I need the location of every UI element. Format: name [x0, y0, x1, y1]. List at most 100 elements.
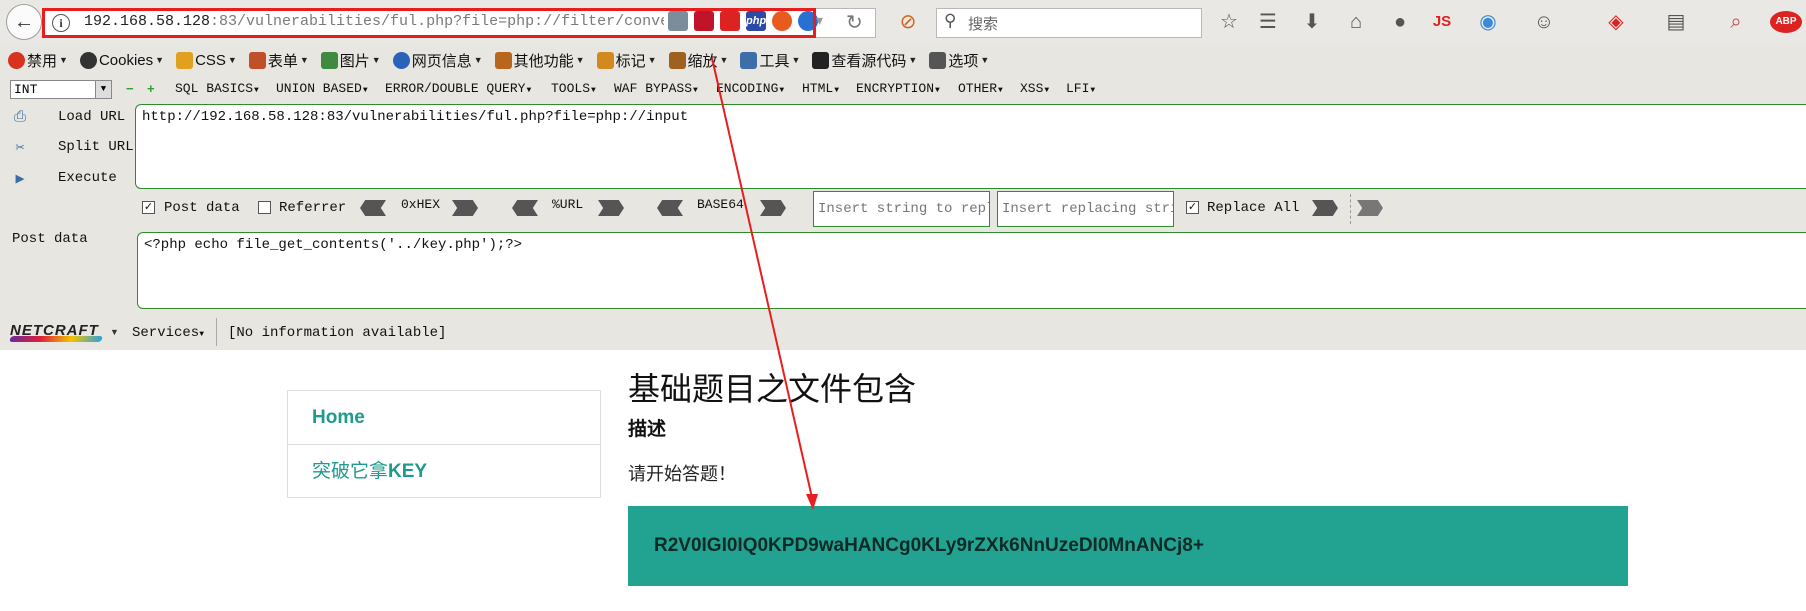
search-placeholder: 搜索: [968, 16, 999, 33]
sidebar-item-get-key[interactable]: 突破它拿KEY: [288, 445, 600, 499]
webdev-menubar: 禁用 ▼ Cookies ▼ CSS ▼ 表单 ▼ 图片 ▼ 网页信息 ▼ 其他功能 ▼ 标记…: [0, 46, 1806, 74]
resize-icon: [668, 51, 686, 69]
hackbar-menu-union-based[interactable]: UNION BASED▼: [276, 81, 368, 96]
play-icon: ▶: [15, 171, 25, 188]
menu-cookies[interactable]: Cookies ▼: [79, 51, 164, 69]
base64-label: BASE64: [697, 197, 744, 212]
base64-encode-arrow-icon[interactable]: [760, 200, 786, 216]
hackbar-menu-sql-basics[interactable]: SQL BASICS▼: [175, 81, 259, 96]
css-icon: [176, 51, 194, 69]
insert-replacing-input[interactable]: Insert replacing strin: [997, 191, 1174, 227]
post-data-textarea[interactable]: <?php echo file_get_contents('../key.php…: [137, 232, 1806, 309]
info-icon: [392, 51, 410, 69]
url-encode-label: %URL: [552, 197, 584, 212]
reload-icon[interactable]: ↻: [846, 10, 863, 35]
scissors-icon: ✂: [15, 140, 25, 157]
hex-encode-arrow-icon[interactable]: [452, 200, 478, 216]
hackbar-menu-encryption[interactable]: ENCRYPTION▼: [856, 81, 940, 96]
menu-tools[interactable]: 工具 ▼: [740, 50, 800, 71]
misc-icon: [494, 51, 512, 69]
replace-go-arrow-icon[interactable]: [1312, 200, 1338, 216]
hackbar-menu-tools[interactable]: TOOLS▼: [551, 81, 596, 96]
type-select[interactable]: INT ▼: [10, 80, 112, 99]
load-url-icon: ⎙: [13, 109, 26, 126]
replace-all-label: Replace All: [1207, 200, 1300, 216]
url-textarea[interactable]: http://192.168.58.128:83/vulnerabilities…: [135, 104, 1806, 189]
download-icon[interactable]: ⬇: [1300, 11, 1324, 33]
url-dropdown-icon[interactable]: ▾: [816, 12, 823, 29]
back-arrow-icon: ←: [14, 10, 34, 33]
description-heading: 描述: [628, 419, 667, 440]
zoom-icon[interactable]: ⌕: [1724, 11, 1748, 33]
sidebar-item-home[interactable]: Home: [288, 391, 600, 445]
replace-all-checkbox[interactable]: ✓: [1186, 201, 1199, 214]
insert-string-input[interactable]: Insert string to repl: [813, 191, 990, 227]
hackbar-menu-waf-bypass[interactable]: WAF BYPASS▼: [614, 81, 698, 96]
services-menu[interactable]: Services▼: [132, 325, 204, 341]
search-icon: ⚲: [944, 11, 957, 30]
referrer-checkbox[interactable]: [258, 201, 271, 214]
reading-list-icon[interactable]: ☰: [1256, 11, 1280, 33]
netcraft-logo[interactable]: NETCRAFT: [8, 322, 104, 344]
url-encode-arrow-icon[interactable]: [598, 200, 624, 216]
answer-prompt: 请开始答题！: [628, 464, 736, 484]
chevron-down-icon: ▼: [95, 81, 111, 98]
menu-disable[interactable]: 禁用 ▼: [8, 50, 68, 71]
hackbar-menu-error-double-query[interactable]: ERROR/DOUBLE QUERY▼: [385, 81, 531, 96]
netcraft-info: [No information available]: [228, 325, 447, 341]
execute-button[interactable]: ▶ Execute: [10, 169, 116, 188]
netcraft-dropdown-icon[interactable]: ▼: [110, 327, 119, 337]
bookmark-star-icon[interactable]: ☆: [1217, 11, 1241, 33]
page-title: 基础题目之文件包含: [628, 371, 917, 407]
pencil-icon: [596, 51, 614, 69]
block-icon[interactable]: ⊘: [896, 11, 920, 33]
hex-decode-arrow-icon[interactable]: [360, 200, 386, 216]
nav-bar: ← i 192.168.58.128:83/vulnerabilities/fu…: [0, 0, 1806, 44]
menu-css[interactable]: CSS ▼: [176, 51, 237, 69]
hex-label: 0xHEX: [401, 197, 441, 212]
abp-icon[interactable]: ABP: [1770, 11, 1802, 33]
menu-forms[interactable]: 表单 ▼: [248, 50, 309, 71]
back-button[interactable]: ←: [6, 4, 42, 40]
toolbar-divider: [1350, 194, 1351, 224]
post-data-checkbox-label: Post data: [164, 200, 240, 216]
palette-icon[interactable]: ☺: [1532, 11, 1556, 33]
menu-outline[interactable]: 标记 ▼: [596, 50, 657, 71]
url-highlight-box: [42, 8, 816, 38]
base64-decode-arrow-icon[interactable]: [657, 200, 683, 216]
options-icon: [929, 51, 947, 69]
hackbar-menu-html[interactable]: HTML▼: [802, 81, 839, 96]
sidebar-nav: Home 突破它拿KEY: [287, 390, 601, 498]
chrome-ext-icon[interactable]: ◉: [1476, 11, 1500, 33]
post-data-checkbox[interactable]: ✓: [142, 201, 155, 214]
hackbar-menu-xss[interactable]: XSS▼: [1020, 81, 1049, 96]
hackbar-menu-encoding[interactable]: ENCODING▼: [716, 81, 784, 96]
split-url-button[interactable]: ✂ Split URL: [10, 138, 133, 157]
menu-images[interactable]: 图片 ▼: [320, 50, 381, 71]
minus-icon[interactable]: −: [126, 82, 138, 95]
referrer-checkbox-label: Referrer: [279, 200, 347, 216]
replace-back-arrow-icon[interactable]: [1357, 200, 1383, 216]
hackbar-menu-lfi[interactable]: LFI▼: [1066, 81, 1095, 96]
js-toggle-icon[interactable]: JS: [1430, 11, 1454, 33]
home-icon[interactable]: ⌂: [1344, 11, 1368, 33]
tools-icon: [740, 51, 758, 69]
menu-options[interactable]: 选项 ▼: [929, 50, 989, 71]
url-decode-arrow-icon[interactable]: [512, 200, 538, 216]
source-icon: [812, 51, 830, 69]
menu-resize[interactable]: 缩放 ▼: [668, 50, 728, 71]
cookies-icon: [79, 51, 97, 69]
menu-view-source[interactable]: 查看源代码 ▼: [812, 50, 917, 71]
screenshot-icon[interactable]: ▤: [1664, 11, 1688, 33]
forms-icon: [248, 51, 266, 69]
hackbar-menu-other[interactable]: OTHER▼: [958, 81, 1003, 96]
red-addon-icon[interactable]: ◈: [1604, 11, 1628, 33]
menu-page-info[interactable]: 网页信息 ▼: [392, 50, 483, 71]
disable-icon: [8, 51, 25, 69]
menu-misc[interactable]: 其他功能 ▼: [494, 50, 585, 71]
plus-icon[interactable]: +: [147, 82, 159, 95]
browser-chrome: ← i 192.168.58.128:83/vulnerabilities/fu…: [0, 0, 1806, 350]
load-url-button[interactable]: ⎙ Load URL: [10, 108, 125, 126]
key-output-box: R2V0IGI0IQ0KPD9waHANCg0KLy9rZXk6NnUzeDI0…: [628, 506, 1628, 586]
globe-icon[interactable]: ●: [1388, 11, 1412, 33]
